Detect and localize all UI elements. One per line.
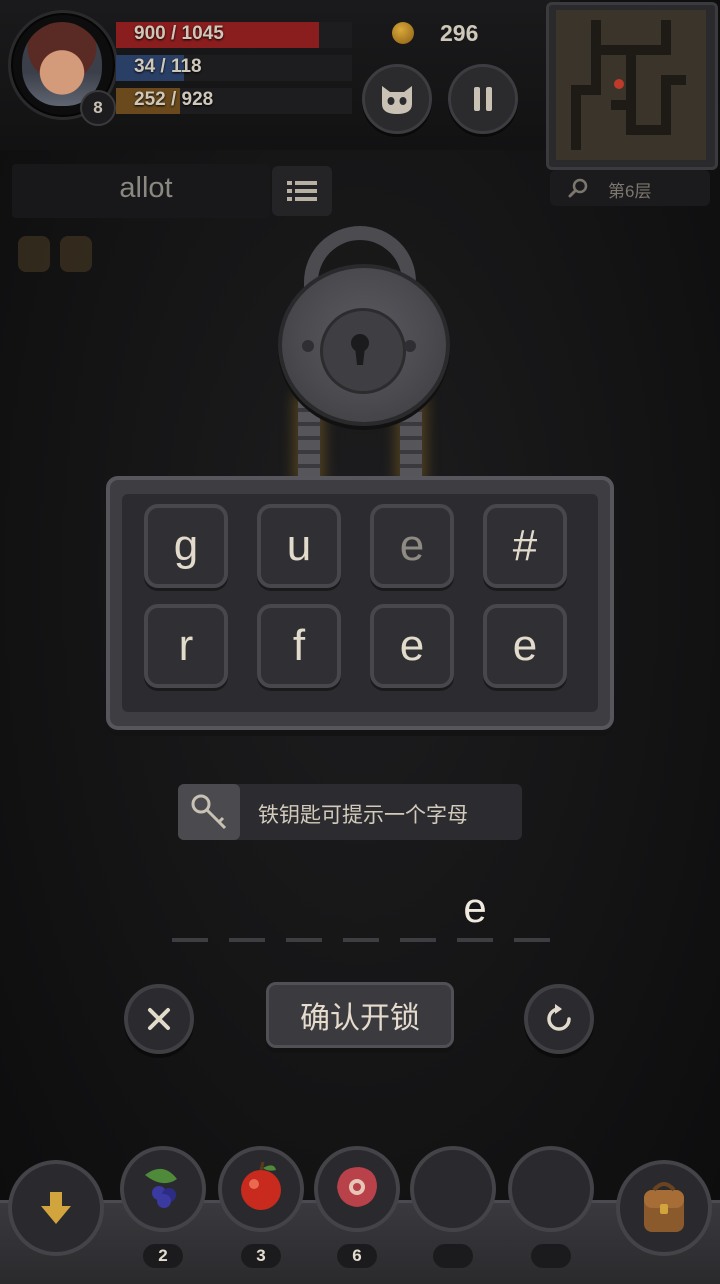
search-icon (568, 178, 588, 198)
clear-button[interactable] (124, 984, 194, 1054)
pause-icon (474, 87, 492, 111)
meat-icon (329, 1159, 385, 1220)
hp-text: 900 / 1045 (134, 23, 224, 44)
answer-slot (514, 938, 550, 942)
berries-icon (137, 1161, 189, 1218)
answer-slot (229, 938, 265, 942)
mp-text: 34 / 118 (134, 56, 202, 77)
answer-slot (457, 938, 493, 942)
answer-slot (286, 938, 322, 942)
letter-tile[interactable]: u (257, 504, 341, 588)
level-badge: 8 (80, 90, 116, 126)
letter-tile[interactable]: # (483, 504, 567, 588)
pet-icon (382, 86, 412, 114)
floor-search[interactable]: 第6层 (550, 170, 710, 206)
inventory-slot-empty[interactable] (410, 1146, 496, 1232)
pet-button[interactable] (362, 64, 432, 134)
close-icon (148, 1008, 170, 1030)
letter-tile[interactable]: g (144, 504, 228, 588)
answer-letter: e (463, 884, 487, 931)
inventory-count (531, 1244, 571, 1268)
backpack-button[interactable] (616, 1160, 712, 1256)
drop-button[interactable] (8, 1160, 104, 1256)
player-marker (614, 79, 624, 89)
letter-tile[interactable]: f (257, 604, 341, 688)
inventory-slot-apple[interactable] (218, 1146, 304, 1232)
letter-tile[interactable]: e (370, 504, 454, 588)
word-hint-text: allot (119, 172, 173, 204)
confirm-unlock-button[interactable]: 确认开锁 (266, 982, 454, 1048)
reset-icon (547, 1004, 571, 1031)
pause-button[interactable] (448, 64, 518, 134)
arrow-down-icon (41, 1192, 71, 1224)
keyhole-plate (320, 308, 406, 394)
hp-bar: 900 / 1045 (116, 22, 352, 48)
lock-rivet (404, 340, 416, 352)
mp-bar: 34 / 118 (116, 55, 352, 81)
keyhole-icon (351, 334, 369, 365)
inventory-slot-empty[interactable] (508, 1146, 594, 1232)
reset-button[interactable] (524, 984, 594, 1054)
coin-icon (392, 22, 414, 44)
key-icon (191, 794, 227, 830)
answer-slot (172, 938, 208, 942)
hint-key-button[interactable] (178, 784, 240, 840)
lock-rivet (302, 340, 314, 352)
letter-tile[interactable]: e (370, 604, 454, 688)
xp-bar: 252 / 928 (116, 88, 352, 114)
coin-count: 296 (440, 20, 479, 46)
inventory-count: 2 (143, 1244, 183, 1268)
floor-label: 第6层 (608, 182, 652, 201)
list-icon (287, 181, 317, 201)
rune-icon (18, 236, 50, 272)
inventory-count: 3 (241, 1244, 281, 1268)
inventory-count: 6 (337, 1244, 377, 1268)
letter-tile[interactable]: r (144, 604, 228, 688)
inventory-slot-berries[interactable] (120, 1146, 206, 1232)
rune-icon (60, 236, 92, 272)
letter-tile[interactable]: e (483, 604, 567, 688)
xp-text: 252 / 928 (134, 89, 214, 110)
apple-icon (234, 1160, 288, 1219)
word-list-button[interactable] (272, 166, 332, 216)
minimap[interactable] (556, 10, 706, 160)
answer-slot (400, 938, 436, 942)
hint-text: 铁钥匙可提示一个字母 (258, 804, 468, 827)
inventory-count (433, 1244, 473, 1268)
backpack-icon (644, 1182, 684, 1232)
maze-map (571, 20, 686, 150)
inventory-slot-meat[interactable] (314, 1146, 400, 1232)
answer-slot (343, 938, 379, 942)
